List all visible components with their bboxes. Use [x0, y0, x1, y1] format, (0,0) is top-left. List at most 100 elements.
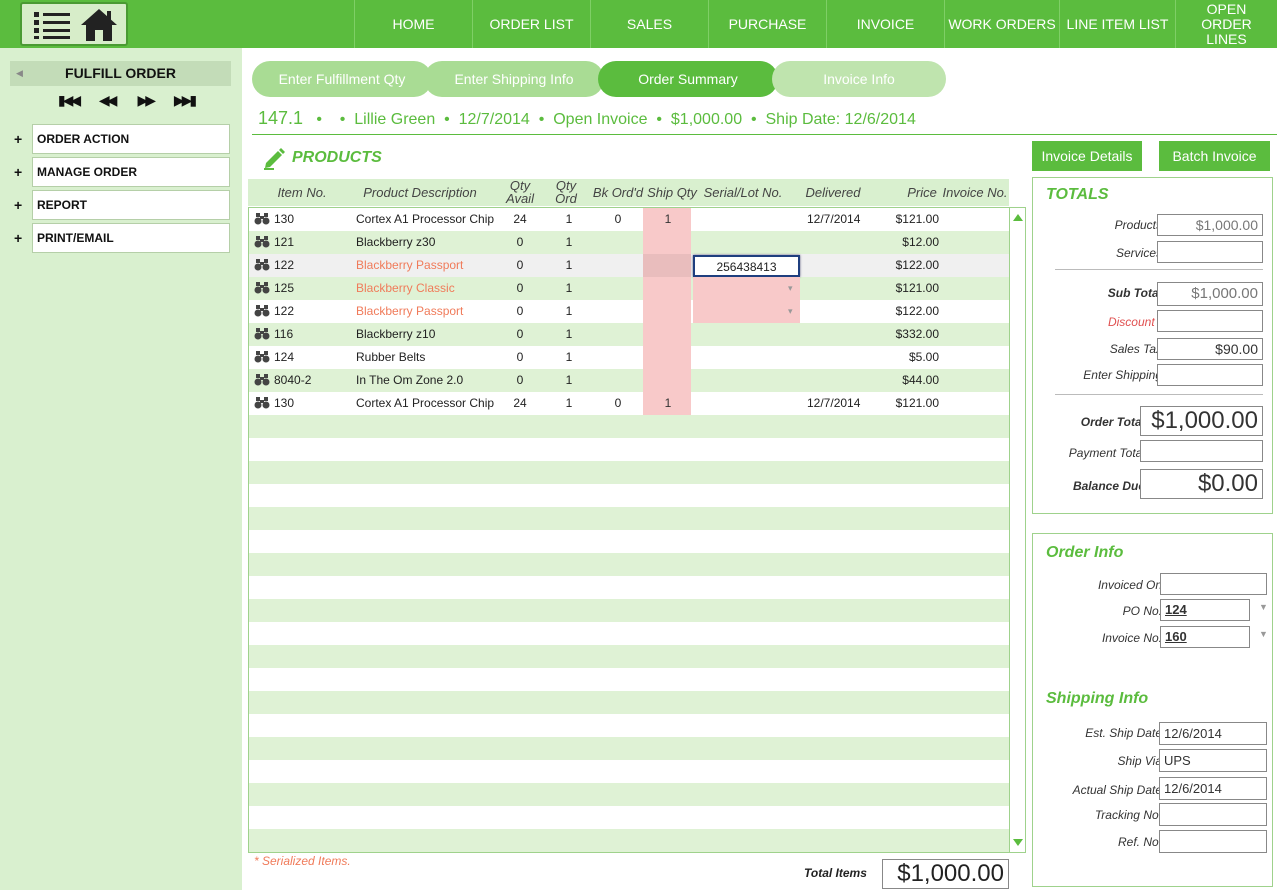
- expand-icon[interactable]: +: [14, 197, 22, 213]
- invoice-details-button[interactable]: Invoice Details: [1032, 141, 1142, 171]
- discount-label: Discount -: [1107, 315, 1162, 329]
- binoculars-icon[interactable]: [254, 305, 270, 317]
- fulfill-order-header[interactable]: ◀ FULFILL ORDER: [10, 61, 231, 86]
- ship-via-field[interactable]: UPS: [1159, 749, 1267, 772]
- product-description-cell: Blackberry Passport: [356, 258, 464, 272]
- invoice-no-field[interactable]: 160: [1160, 626, 1250, 648]
- last-record-icon[interactable]: ▶▶▮: [172, 92, 197, 114]
- expand-icon[interactable]: +: [14, 131, 22, 147]
- first-record-icon[interactable]: ▮◀◀: [56, 92, 81, 114]
- col-item-no: Item No.: [277, 185, 327, 200]
- step-invoice-info[interactable]: Invoice Info: [772, 61, 946, 97]
- bullet: •: [439, 111, 455, 128]
- scroll-down-icon[interactable]: [1013, 839, 1023, 846]
- qty-avail-cell: 0: [516, 304, 524, 318]
- nav-sales[interactable]: SALES: [590, 0, 708, 48]
- table-row[interactable]: 121 Blackberry z30 0 1 $12.00: [249, 231, 1009, 254]
- step-order-summary[interactable]: Order Summary: [598, 61, 778, 97]
- binoculars-icon[interactable]: [254, 351, 270, 363]
- next-record-icon[interactable]: ▶▶: [133, 92, 157, 114]
- step-enter-fulfillment-qty[interactable]: Enter Fulfillment Qty: [252, 61, 432, 97]
- nav-line-item-list[interactable]: LINE ITEM LIST: [1059, 0, 1175, 48]
- table-stripe: [249, 599, 1009, 622]
- previous-record-icon[interactable]: ◀◀: [95, 92, 119, 114]
- sidebar-item-label[interactable]: ORDER ACTION: [32, 124, 230, 154]
- ship-date: Ship Date: 12/6/2014: [765, 111, 916, 128]
- expand-icon[interactable]: +: [14, 230, 22, 246]
- col-bk-ordd: Bk Ord'd: [592, 185, 644, 200]
- expand-icon[interactable]: +: [14, 164, 22, 180]
- table-row[interactable]: 116 Blackberry z10 0 1 $332.00: [249, 323, 1009, 346]
- totals-panel: TOTALS Products $1,000.00 Services Sub T…: [1032, 177, 1273, 514]
- po-no-field[interactable]: 124: [1160, 599, 1250, 621]
- binoculars-icon[interactable]: [254, 374, 270, 386]
- ref-no-field[interactable]: [1159, 830, 1267, 853]
- qty-ord-cell: 1: [565, 373, 573, 387]
- invoiced-on-field[interactable]: [1160, 573, 1267, 595]
- pencil-icon[interactable]: [262, 146, 286, 170]
- services-field[interactable]: [1157, 241, 1263, 263]
- table-stripe: [249, 691, 1009, 714]
- nav-work-orders[interactable]: WORK ORDERS: [944, 0, 1059, 48]
- binoculars-icon[interactable]: [254, 213, 270, 225]
- payment-total-label: Payment Total: [1068, 446, 1145, 460]
- sidebar-item-report[interactable]: + REPORT: [10, 190, 231, 220]
- batch-invoice-button[interactable]: Batch Invoice: [1159, 141, 1270, 171]
- sidebar-item-print-email[interactable]: + PRINT/EMAIL: [10, 223, 231, 253]
- products-table: 130 Cortex A1 Processor Chip 24 1 0 1 12/7/201…: [248, 207, 1026, 853]
- table-row[interactable]: 130 Cortex A1 Processor Chip 24 1 0 1 12/7/201…: [249, 208, 1009, 231]
- step-enter-shipping-info[interactable]: Enter Shipping Info: [424, 61, 604, 97]
- enter-shipping-label: Enter Shipping: [1083, 368, 1162, 382]
- table-row[interactable]: 125 Blackberry Classic 0 1 ▾ $121.00: [249, 277, 1009, 300]
- binoculars-icon[interactable]: [254, 259, 270, 271]
- col-serial-lot-no: Serial/Lot No.: [703, 185, 783, 200]
- table-row[interactable]: 124 Rubber Belts 0 1 $5.00: [249, 346, 1009, 369]
- nav-order-list[interactable]: ORDER LIST: [472, 0, 590, 48]
- sidebar-item-label[interactable]: REPORT: [32, 190, 230, 220]
- ship-qty-cell: 1: [664, 212, 672, 226]
- qty-avail-cell: 0: [516, 235, 524, 249]
- binoculars-icon[interactable]: [254, 282, 270, 294]
- sidebar-item-label[interactable]: PRINT/EMAIL: [32, 223, 230, 253]
- table-scrollbar[interactable]: [1009, 208, 1025, 852]
- qty-ord-cell: 1: [565, 327, 573, 341]
- qty-avail-cell: 24: [513, 396, 527, 410]
- qty-avail-cell: 0: [516, 373, 524, 387]
- binoculars-icon[interactable]: [254, 236, 270, 248]
- table-row[interactable]: 8040-2 In The Om Zone 2.0 0 1 $44.00: [249, 369, 1009, 392]
- shipping-field[interactable]: [1157, 364, 1263, 386]
- nav-purchase[interactable]: PURCHASE: [708, 0, 826, 48]
- scroll-up-icon[interactable]: [1013, 214, 1023, 221]
- item-no-cell: 124: [274, 350, 295, 364]
- serial-lot-dropdown[interactable]: [693, 277, 800, 300]
- qty-ord-cell: 1: [565, 350, 573, 364]
- discount-field[interactable]: [1157, 310, 1263, 332]
- table-row[interactable]: 130 Cortex A1 Processor Chip 24 1 0 1 12/7/201…: [249, 392, 1009, 415]
- products-section-title: PRODUCTS: [262, 145, 382, 171]
- actual-ship-date-field[interactable]: 12/6/2014: [1159, 777, 1267, 800]
- binoculars-icon[interactable]: [254, 328, 270, 340]
- sidebar-item-manage-order[interactable]: + MANAGE ORDER: [10, 157, 231, 187]
- dropdown-arrow-icon[interactable]: ▼: [1259, 629, 1268, 639]
- dropdown-arrow-icon[interactable]: ▼: [1259, 602, 1268, 612]
- nav-invoice[interactable]: INVOICE: [826, 0, 944, 48]
- sidebar-item-order-action[interactable]: + ORDER ACTION: [10, 124, 231, 154]
- collapse-icon[interactable]: ◀: [16, 61, 23, 86]
- table-row[interactable]: 122 Blackberry Passport 0 1 ▾ $122.00: [249, 300, 1009, 323]
- est-ship-date-field[interactable]: 12/6/2014: [1159, 722, 1267, 745]
- tracking-no-field[interactable]: [1159, 803, 1267, 826]
- nav-home[interactable]: HOME: [354, 0, 472, 48]
- binoculars-icon[interactable]: [254, 397, 270, 409]
- serial-lot-input[interactable]: 256438413: [693, 255, 800, 277]
- product-description-cell: Blackberry z30: [356, 235, 436, 249]
- serial-lot-dropdown[interactable]: [693, 300, 800, 323]
- total-items-label: Total Items: [804, 866, 867, 880]
- menu-home-button[interactable]: [20, 2, 128, 46]
- nav-open-order-lines[interactable]: OPEN ORDER LINES: [1175, 0, 1277, 48]
- order-summary-line: 147.1 • • Lillie Green • 12/7/2014 • Ope…: [258, 108, 916, 132]
- services-label: Services: [1115, 246, 1162, 260]
- sidebar-item-label[interactable]: MANAGE ORDER: [32, 157, 230, 187]
- qty-avail-cell: 24: [513, 212, 527, 226]
- table-row[interactable]: 122 Blackberry Passport 0 1 256438413 $122.00: [249, 254, 1009, 277]
- table-stripe: [249, 783, 1009, 806]
